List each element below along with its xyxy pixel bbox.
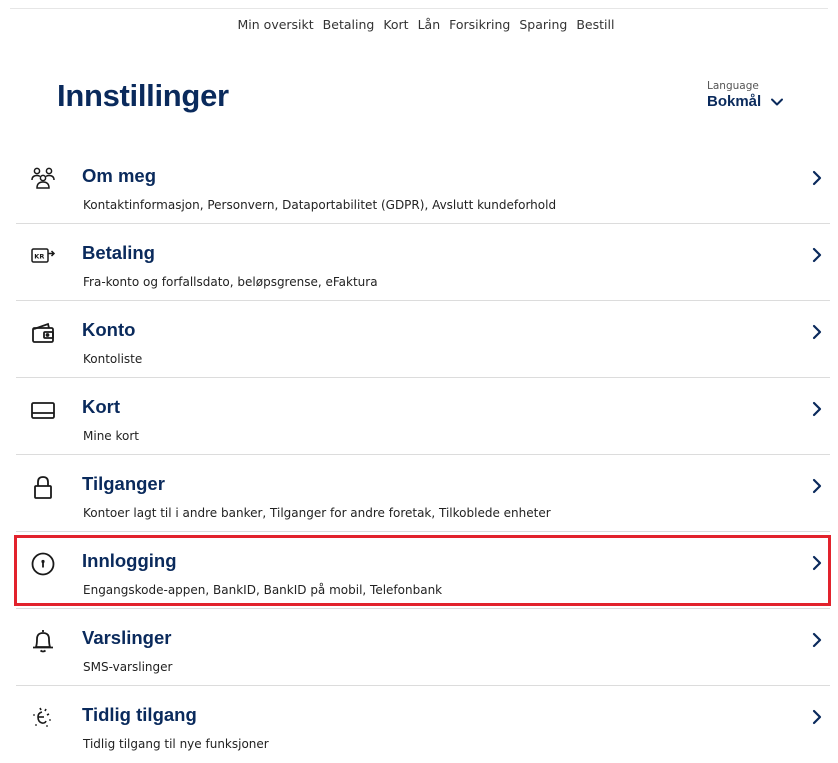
chevron-right-icon [812,555,822,571]
menu-item-subtitle: Kontaktinformasjon, Personvern, Dataport… [83,198,557,212]
nav-lan[interactable]: Lån [418,17,441,32]
menu-item-subtitle: Mine kort [83,429,139,443]
nav-sparing[interactable]: Sparing [519,17,567,32]
menu-item-kort[interactable]: Kort Mine kort [16,378,830,455]
menu-item-subtitle: Fra-konto og forfallsdato, beløpsgrense,… [83,275,378,289]
chevron-right-icon [812,247,822,263]
chevron-right-icon [812,478,822,494]
chevron-right-icon [812,170,822,186]
bell-icon [33,630,53,653]
menu-item-subtitle: SMS-varslinger [83,660,173,674]
menu-item-title: Varslinger [82,627,172,648]
menu-item-subtitle: Kontoer lagt til i andre banker, Tilgang… [83,506,551,520]
nav-kort[interactable]: Kort [383,17,408,32]
menu-item-title: Tilganger [82,473,165,494]
nav-min-oversikt[interactable]: Min oversikt [238,17,314,32]
sparkle-icon [33,707,51,727]
chevron-right-icon [812,709,822,725]
menu-item-subtitle: Engangskode-appen, BankID, BankID på mob… [83,583,443,597]
chevron-right-icon [812,401,822,417]
settings-menu: Om meg Kontaktinformasjon, Personvern, D… [16,147,830,763]
menu-item-konto[interactable]: Konto Kontoliste [16,301,830,378]
menu-item-varslinger[interactable]: Varslinger SMS-varslinger [16,609,830,686]
menu-item-title: Betaling [82,242,155,263]
top-navigation: Min oversikt Betaling Kort Lån Forsikrin… [0,17,838,32]
top-divider [10,8,828,9]
menu-item-title: Konto [82,319,136,340]
page-title: Innstillinger [57,78,229,113]
menu-item-innlogging[interactable]: Innlogging Engangskode-appen, BankID, Ba… [16,532,830,609]
menu-item-betaling[interactable]: KR Betaling Fra-konto og forfallsdato, b… [16,224,830,301]
menu-item-title: Innlogging [82,550,177,571]
chevron-right-icon [812,632,822,648]
chevron-down-icon [771,98,784,105]
keyhole-icon [31,552,55,576]
svg-text:KR: KR [34,253,44,261]
menu-item-title: Kort [82,396,121,417]
menu-item-subtitle: Kontoliste [83,352,143,366]
menu-item-tilganger[interactable]: Tilganger Kontoer lagt til i andre banke… [16,455,830,532]
menu-item-title: Om meg [82,165,157,186]
menu-item-tidlig-tilgang[interactable]: Tidlig tilgang Tidlig tilgang til nye fu… [16,686,830,763]
menu-item-title: Tidlig tilgang [82,704,197,725]
nav-forsikring[interactable]: Forsikring [449,17,510,32]
nav-bestill[interactable]: Bestill [576,17,614,32]
payment-transfer-icon: KR [31,248,56,263]
menu-item-om-meg[interactable]: Om meg Kontaktinformasjon, Personvern, D… [16,147,830,224]
language-caption: Language [707,80,759,92]
language-selector[interactable]: Language Bokmål [707,80,785,110]
people-icon [31,167,55,189]
wallet-icon [32,322,54,343]
menu-item-subtitle: Tidlig tilgang til nye funksjoner [83,737,269,751]
nav-betaling[interactable]: Betaling [323,17,375,32]
card-icon [31,402,55,419]
chevron-right-icon [812,324,822,340]
language-value: Bokmål [707,93,762,110]
padlock-icon [34,476,52,499]
